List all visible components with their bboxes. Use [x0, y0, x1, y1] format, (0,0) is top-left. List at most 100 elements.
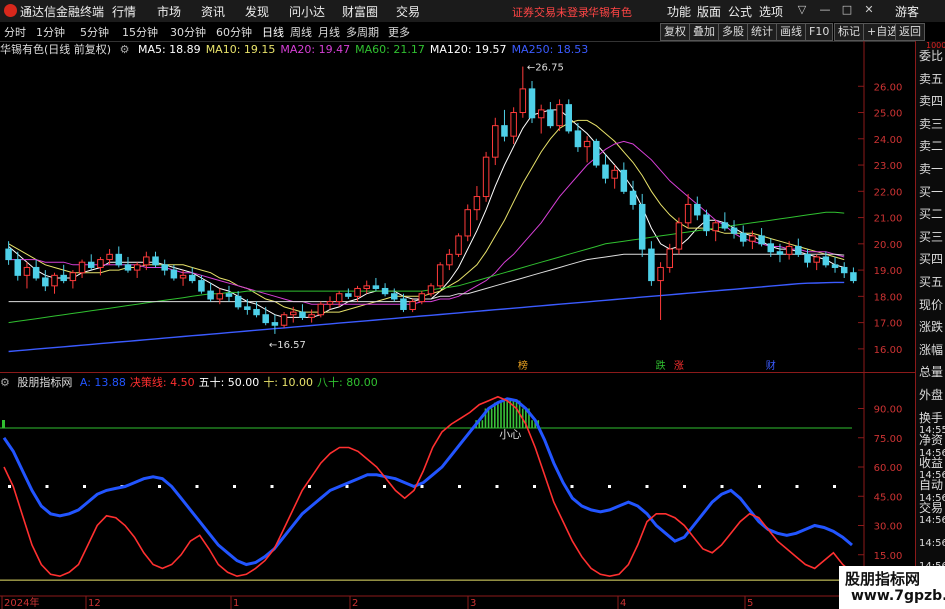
- f10-button[interactable]: F10: [805, 23, 834, 41]
- quote-field-label[interactable]: 涨跌: [919, 318, 943, 335]
- indicator-legend-item: 五十: 50.00: [198, 376, 260, 389]
- midline-dot: [420, 485, 424, 488]
- tab-weekly[interactable]: 周线: [290, 24, 312, 40]
- candle-body: [188, 274, 196, 282]
- menu-formula[interactable]: 公式: [728, 3, 752, 20]
- midline-dot: [270, 485, 274, 488]
- price-tick-label: 23.00: [874, 161, 903, 172]
- maximize-icon[interactable]: □: [840, 2, 854, 17]
- ma-legend: 华锡有色(日线 前复权) ⚙ MA5: 18.89 MA10: 19.15 MA20…: [0, 41, 598, 57]
- quote-field-label[interactable]: 总量: [919, 363, 943, 380]
- candle-body: [124, 264, 132, 271]
- menu-item-ask[interactable]: 问小达: [289, 3, 325, 20]
- menu-options[interactable]: 选项: [759, 3, 783, 20]
- draw-line-button[interactable]: 画线: [776, 23, 806, 41]
- candle-body: [216, 293, 224, 300]
- candle-body: [106, 253, 113, 261]
- quote-field-label[interactable]: 买五: [919, 273, 943, 290]
- quote-field-label[interactable]: 卖二: [919, 137, 943, 154]
- candle-body: [161, 264, 168, 271]
- quote-field-label[interactable]: 卖五: [919, 70, 943, 87]
- guest-label[interactable]: 游客: [895, 3, 919, 20]
- indicator-tick-label: 30.00: [874, 522, 903, 533]
- indicator-tick-label: 15.00: [874, 551, 903, 562]
- login-notice[interactable]: 证券交易未登录: [512, 4, 589, 20]
- candle-body: [308, 314, 315, 318]
- midline-dot: [233, 485, 236, 488]
- price-tick-label: 19.00: [874, 266, 903, 277]
- quote-field-label[interactable]: 外盘: [919, 386, 943, 403]
- quote-field-label[interactable]: 换手: [919, 409, 943, 426]
- trade-time: 14:56: [919, 538, 945, 549]
- back-button[interactable]: 返回: [895, 23, 925, 41]
- candle-body: [795, 245, 802, 255]
- indicator-legend-item: A: 13.88: [79, 376, 126, 389]
- tab-60min[interactable]: 60分钟: [216, 24, 252, 40]
- candle-body: [133, 264, 141, 271]
- menu-layout[interactable]: 版面: [697, 3, 721, 20]
- quote-field-label[interactable]: 涨幅: [919, 341, 943, 358]
- x-axis-label: 4: [620, 598, 626, 609]
- event-marker: 涨: [674, 360, 684, 372]
- quote-field-label[interactable]: 卖三: [919, 115, 943, 132]
- midline-dot: [83, 485, 86, 488]
- tab-1min[interactable]: 1分钟: [36, 24, 65, 40]
- indicator-legend-item: 八十: 80.00: [317, 376, 378, 389]
- overlay-button[interactable]: 叠加: [689, 23, 719, 41]
- indicator-settings-icon[interactable]: ⚙: [0, 376, 10, 389]
- midline-dot: [45, 485, 49, 488]
- candle-body: [537, 109, 545, 119]
- tab-monthly[interactable]: 月线: [318, 24, 340, 40]
- quote-field-label[interactable]: 卖一: [919, 160, 943, 177]
- candle-body: [666, 248, 674, 268]
- tab-more[interactable]: 更多: [388, 24, 410, 40]
- tab-15min[interactable]: 15分钟: [122, 24, 158, 40]
- multi-stock-button[interactable]: 多股: [718, 23, 748, 41]
- menu-item-exchange[interactable]: 市场: [157, 3, 181, 20]
- menu-item-news[interactable]: 资讯: [201, 3, 225, 20]
- candle-body: [730, 227, 738, 234]
- stats-button[interactable]: 统计: [747, 23, 777, 41]
- tab-multi-period[interactable]: 多周期: [346, 24, 379, 40]
- pane-divider[interactable]: [0, 372, 915, 373]
- adjust-button[interactable]: 复权: [660, 23, 690, 41]
- candle-body: [593, 140, 600, 166]
- ma-line-ma5: [8, 109, 845, 318]
- candle-body: [262, 314, 269, 324]
- mark-button[interactable]: 标记: [834, 23, 864, 41]
- price-tick-label: 17.00: [874, 319, 903, 330]
- candle-body: [32, 266, 40, 279]
- menu-item-wealth[interactable]: 财富圈: [342, 3, 378, 20]
- candle-body: [207, 290, 214, 300]
- quote-field-label[interactable]: 卖四: [919, 92, 943, 109]
- quote-field-label[interactable]: 现价: [919, 296, 943, 313]
- close-icon[interactable]: ✕: [862, 2, 876, 17]
- indicator-tick-label: 75.00: [874, 434, 903, 445]
- tab-5min[interactable]: 5分钟: [80, 24, 109, 40]
- tab-intraday[interactable]: 分时: [4, 24, 26, 40]
- candle-body: [326, 301, 334, 305]
- quote-field-label[interactable]: 委比: [919, 47, 943, 64]
- menu-item-discover[interactable]: 发现: [245, 3, 269, 20]
- trade-time: 14:55: [919, 425, 945, 436]
- quote-field-label[interactable]: 买二: [919, 205, 943, 222]
- tab-daily[interactable]: 日线: [262, 24, 284, 40]
- ma-line-ma60: [8, 211, 845, 324]
- quote-field-label[interactable]: 买四: [919, 250, 943, 267]
- settings-icon[interactable]: ⚙: [120, 43, 130, 56]
- menu-item-trade[interactable]: 交易: [396, 3, 420, 20]
- menu-function[interactable]: 功能: [667, 3, 691, 20]
- candle-body: [758, 235, 765, 245]
- dropdown-icon[interactable]: ▽: [795, 2, 809, 17]
- indicator-line-decision: [3, 395, 853, 578]
- candle-body: [97, 259, 104, 268]
- candle-body: [813, 256, 820, 263]
- tab-30min[interactable]: 30分钟: [170, 24, 206, 40]
- minimize-icon[interactable]: —: [818, 2, 832, 17]
- menu-item-market[interactable]: 行情: [112, 3, 136, 20]
- indicator-legend: ⚙ 股朋指标网 A: 13.88 决策线: 4.50 五十: 50.00 十: 10.…: [0, 374, 386, 390]
- quote-field-label[interactable]: 买一: [919, 183, 943, 200]
- indicator-name[interactable]: 股朋指标网: [17, 376, 72, 389]
- midline-dot: [533, 485, 536, 488]
- quote-field-label[interactable]: 买三: [919, 228, 943, 245]
